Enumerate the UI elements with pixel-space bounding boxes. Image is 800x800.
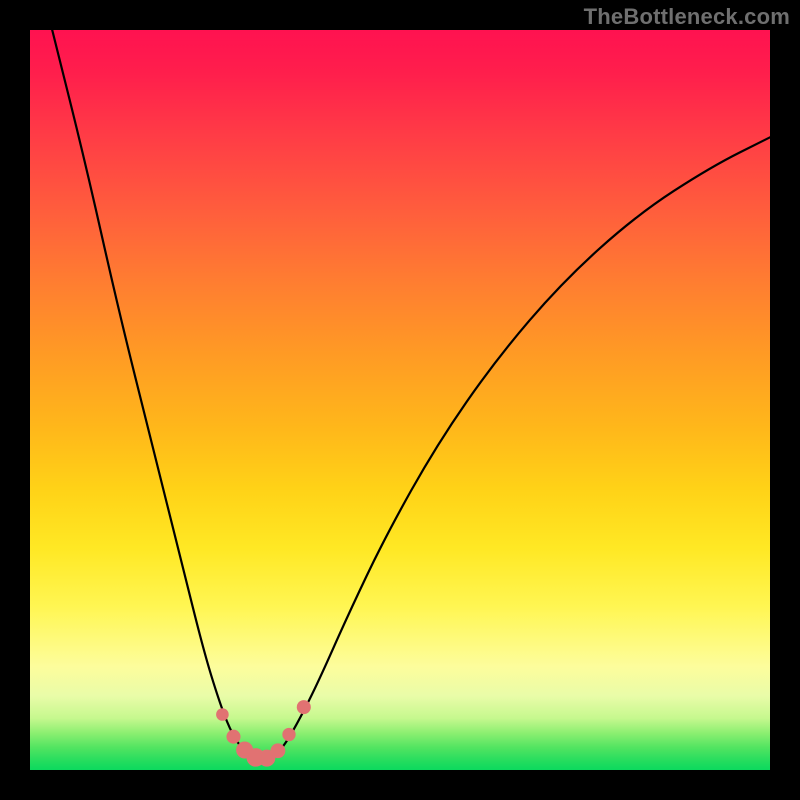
plot-area — [30, 30, 770, 770]
trough-bead — [216, 708, 229, 721]
trough-beads — [216, 700, 311, 767]
curve-layer — [30, 30, 770, 770]
trough-bead — [271, 743, 286, 758]
bottleneck-curve — [52, 30, 770, 759]
trough-bead — [297, 700, 311, 714]
trough-bead — [226, 730, 240, 744]
trough-bead — [282, 728, 295, 741]
chart-frame: TheBottleneck.com — [0, 0, 800, 800]
watermark-text: TheBottleneck.com — [584, 4, 790, 30]
